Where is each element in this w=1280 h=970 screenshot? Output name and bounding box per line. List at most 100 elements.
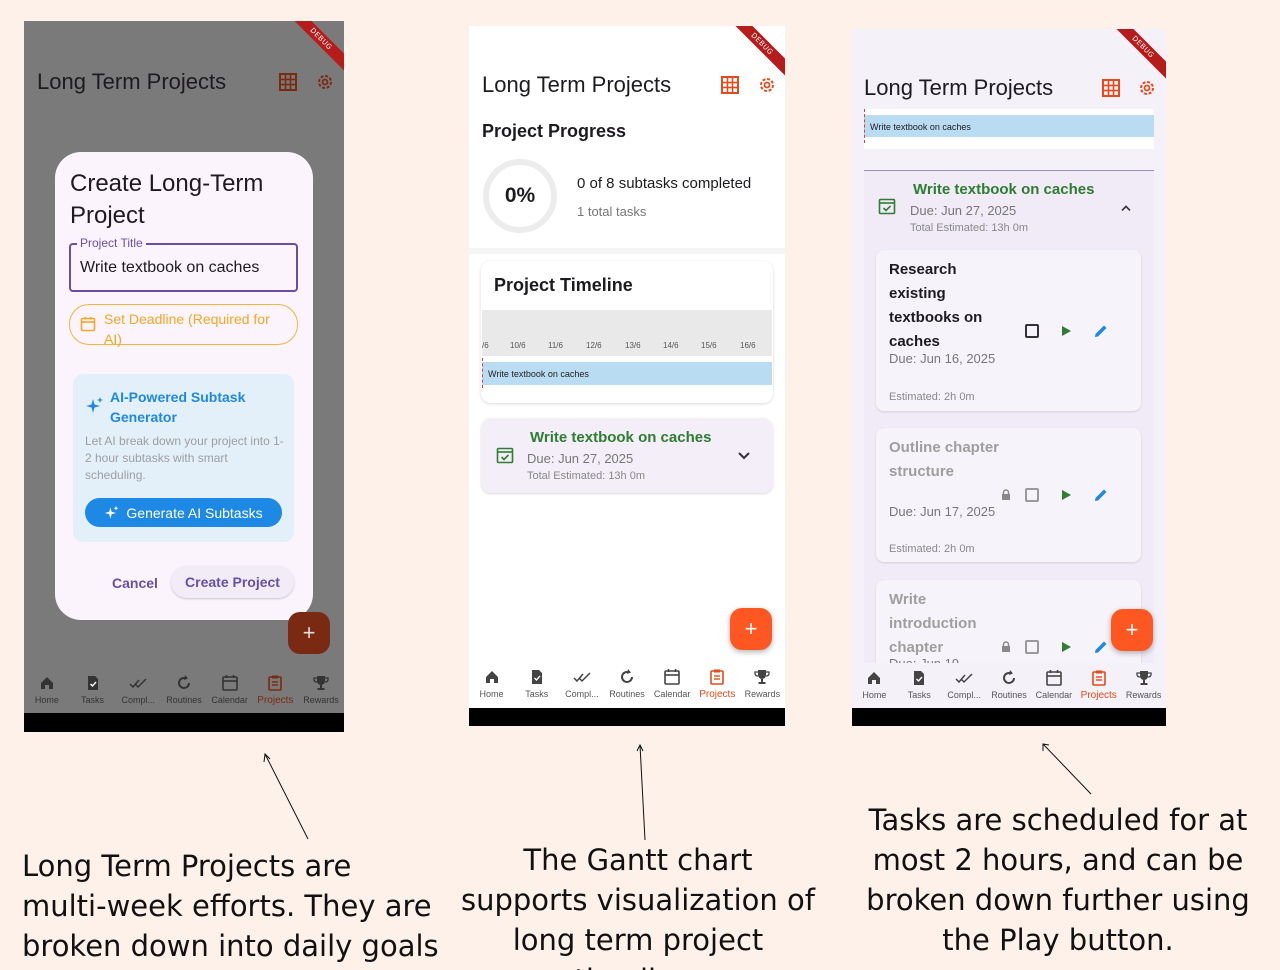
nav-label: Projects xyxy=(699,689,736,700)
nav-item-tasks[interactable]: Tasks xyxy=(897,669,942,700)
nav-item-rewards[interactable]: Rewards xyxy=(740,668,785,699)
nav-item-routines[interactable]: Routines xyxy=(987,669,1032,700)
nav-label: Tasks xyxy=(525,689,549,699)
generate-ai-subtasks-button[interactable]: Generate AI Subtasks xyxy=(85,498,282,527)
project-estimate: Total Estimated: 13h 0m xyxy=(910,222,1029,234)
play-icon[interactable] xyxy=(1059,324,1073,338)
subtask-due: Due: Jun 17, 2025 xyxy=(889,504,996,519)
complete-checkbox[interactable] xyxy=(1025,488,1039,502)
gantt-date-tick: 11/6 xyxy=(548,341,563,350)
project-title-field[interactable]: Project Title Write textbook on caches xyxy=(69,236,298,292)
complete-checkbox[interactable] xyxy=(1025,324,1039,338)
create-project-dialog: Create Long-Term Project Project Title W… xyxy=(55,152,313,620)
subtask-name: Write introduction chapter xyxy=(889,591,977,656)
gantt-date-tick: 13/6 xyxy=(625,341,641,350)
app-title: Long Term Projects xyxy=(864,75,1054,100)
rewards-icon xyxy=(754,670,771,684)
subtask-card[interactable]: Research existing textbooks on caches Du… xyxy=(876,250,1141,411)
completed-icon xyxy=(129,678,147,689)
lock-icon xyxy=(1002,489,1010,500)
nav-label: Projects xyxy=(257,695,294,706)
nav-label: Tasks xyxy=(907,690,931,700)
gantt-date-tick: /6 xyxy=(482,341,489,350)
edit-pencil-icon[interactable] xyxy=(1093,487,1109,503)
caption-middle: The Gantt chart supports visualization o… xyxy=(461,843,815,970)
nav-item-calendar[interactable]: Calendar xyxy=(650,668,695,699)
edit-pencil-icon[interactable] xyxy=(1093,639,1109,655)
today-marker xyxy=(864,109,865,143)
chevron-down-icon[interactable] xyxy=(737,451,751,461)
nav-label: Calendar xyxy=(1035,690,1073,700)
phone-screen-project-timeline: DEBUG Long Term Projects Project Progres… xyxy=(469,26,785,726)
gantt-bar-label: Write textbook on caches xyxy=(870,122,971,132)
routines-icon xyxy=(178,675,190,689)
app-title: Long Term Projects xyxy=(482,72,672,97)
ai-subtask-card: AI-Powered Subtask Generator Let AI brea… xyxy=(73,374,294,542)
completed-icon xyxy=(573,672,591,683)
subtask-due: Due: Jun 16, 2025 xyxy=(889,351,996,366)
cancel-button[interactable]: Cancel xyxy=(112,575,158,591)
nav-item-compl[interactable]: Compl... xyxy=(116,674,161,705)
nav-label: Routines xyxy=(166,695,202,705)
nav-item-routines[interactable]: Routines xyxy=(161,674,206,705)
gantt-project-bar[interactable]: Write textbook on caches xyxy=(864,115,1154,137)
set-deadline-button[interactable]: Set Deadline (Required for AI) xyxy=(69,304,298,347)
timeline-title: Project Timeline xyxy=(494,275,633,295)
add-project-fab[interactable]: + xyxy=(730,608,772,650)
system-nav-bar xyxy=(469,708,785,726)
ai-card-description: Let AI break down your project into 1-2 … xyxy=(85,434,284,482)
home-icon xyxy=(485,671,498,683)
nav-item-projects[interactable]: Projects xyxy=(695,668,740,700)
caption-left: Long Term Projects are multi-week effort… xyxy=(22,849,439,970)
add-project-fab[interactable]: + xyxy=(1111,609,1153,651)
debug-banner: DEBUG xyxy=(725,26,785,86)
subtask-card-locked[interactable]: Outline chapter structure Due: Jun 17, 2… xyxy=(876,428,1141,562)
caption-right: Tasks are scheduled for at most 2 hours,… xyxy=(866,803,1250,957)
play-icon[interactable] xyxy=(1059,640,1073,654)
nav-item-routines[interactable]: Routines xyxy=(604,668,649,699)
project-due: Due: Jun 27, 2025 xyxy=(527,451,634,466)
play-icon[interactable] xyxy=(1059,488,1073,502)
subtask-actions xyxy=(1001,487,1109,503)
pointer-arrow xyxy=(263,752,309,840)
system-nav-bar xyxy=(24,713,344,732)
nav-item-home[interactable]: Home xyxy=(469,668,514,699)
set-deadline-label: Set Deadline (Required for AI) xyxy=(104,311,270,347)
gantt-date-tick: 15/6 xyxy=(701,341,717,350)
nav-item-tasks[interactable]: Tasks xyxy=(514,668,559,699)
gantt-project-bar[interactable]: Write textbook on caches xyxy=(482,362,772,385)
add-project-fab[interactable]: + xyxy=(288,612,330,654)
edit-pencil-icon[interactable] xyxy=(1093,323,1109,339)
complete-checkbox[interactable] xyxy=(1025,640,1039,654)
calendar-check-icon xyxy=(878,198,896,215)
tasks-icon xyxy=(914,671,925,685)
nav-item-calendar[interactable]: Calendar xyxy=(207,674,252,705)
nav-item-calendar[interactable]: Calendar xyxy=(1031,669,1076,700)
nav-item-tasks[interactable]: Tasks xyxy=(70,674,115,705)
nav-item-home[interactable]: Home xyxy=(24,674,69,705)
nav-item-compl[interactable]: Compl... xyxy=(559,668,604,699)
bottom-navigation: Home Tasks Compl... Routines Calendar Project… xyxy=(24,668,344,714)
nav-item-projects[interactable]: Projects xyxy=(1076,669,1121,701)
project-title-label: Project Title xyxy=(77,236,146,250)
nav-item-rewards[interactable]: Rewards xyxy=(1121,669,1166,700)
subtask-estimate: Estimated: 2h 0m xyxy=(889,543,975,555)
generate-button-label: Generate AI Subtasks xyxy=(126,504,263,521)
projects-icon xyxy=(268,675,283,691)
dialog-title: Create Long-Term Project xyxy=(70,170,264,229)
nav-item-compl[interactable]: Compl... xyxy=(942,669,987,700)
nav-label: Compl... xyxy=(565,689,599,699)
subtask-estimate: Estimated: 2h 0m xyxy=(889,391,975,403)
bottom-navigation: Home Tasks Compl... Routines Calendar Project… xyxy=(852,663,1166,709)
chevron-up-icon[interactable] xyxy=(1120,204,1132,212)
pointer-arrow xyxy=(636,743,646,841)
nav-item-home[interactable]: Home xyxy=(852,669,897,700)
system-nav-bar xyxy=(852,708,1166,726)
nav-item-projects[interactable]: Projects xyxy=(253,674,298,706)
calendar-icon xyxy=(221,675,238,691)
nav-item-rewards[interactable]: Rewards xyxy=(299,674,344,705)
progress-title: Project Progress xyxy=(482,121,627,141)
app-title: Long Term Projects xyxy=(37,69,227,94)
create-project-button[interactable]: Create Project xyxy=(171,566,294,598)
project-card[interactable]: Write textbook on caches Due: Jun 27, 20… xyxy=(481,418,773,493)
